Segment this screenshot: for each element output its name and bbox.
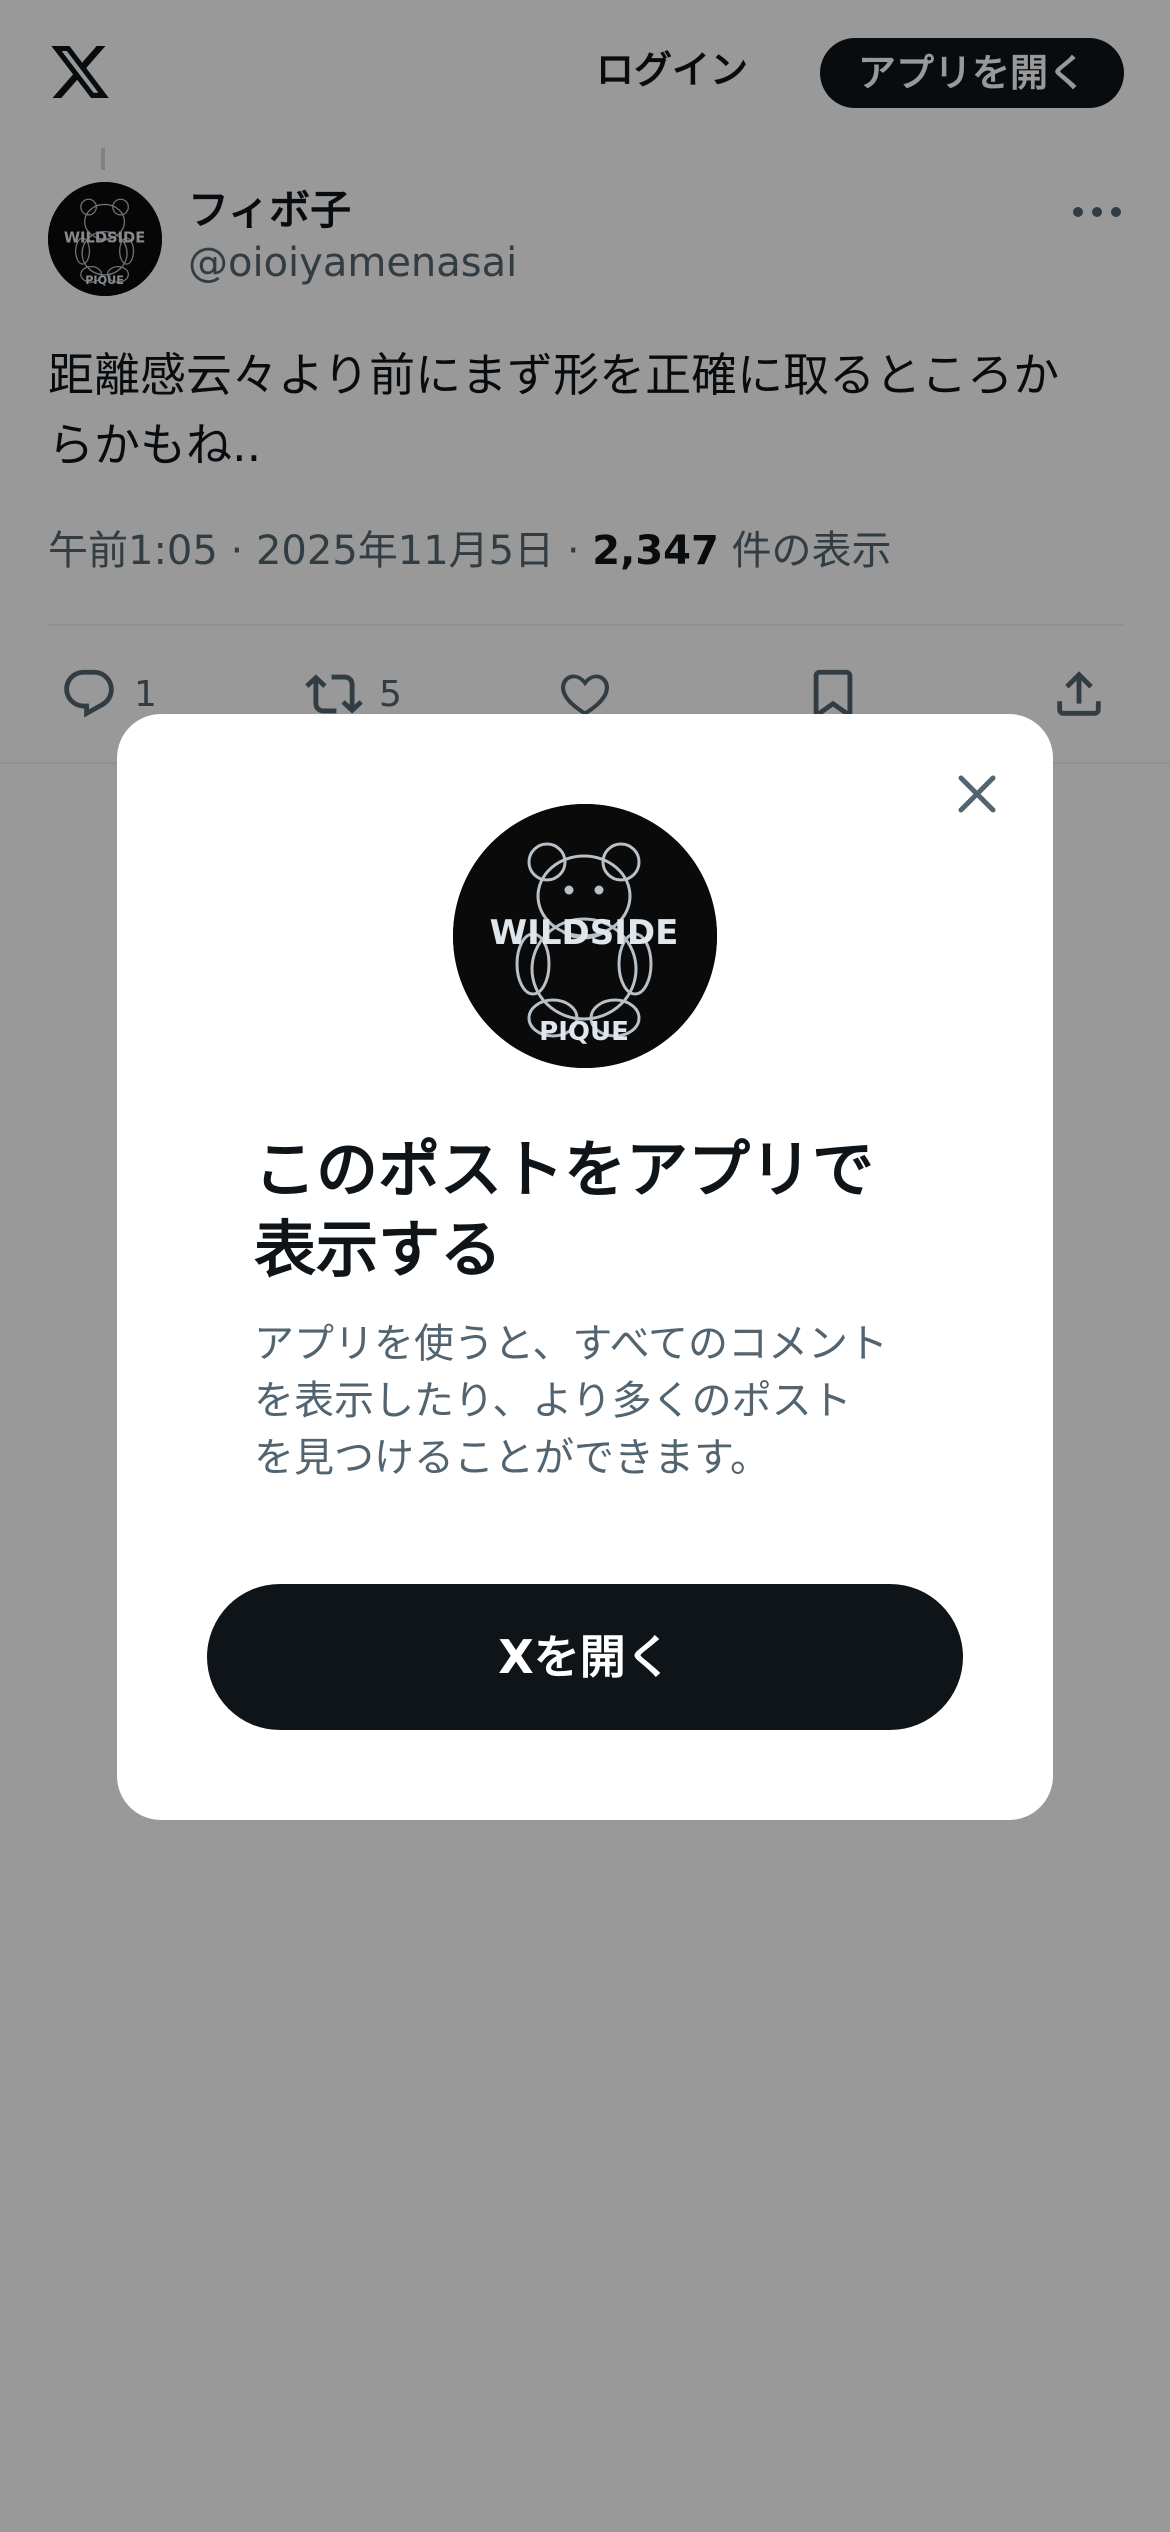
open-x-button[interactable]: Xを開く (207, 1584, 963, 1730)
modal-title-line: このポストをアプリで (254, 1133, 875, 1206)
modal-description: アプリを使うと、すべてのコメント を表示したり、より多くのポスト を見つけること… (254, 1316, 934, 1487)
svg-text:WILDSIDE: WILDSIDE (490, 913, 679, 953)
modal-description-line: を見つけることができます。 (254, 1435, 770, 1481)
modal-title-line: 表示する (254, 1213, 503, 1286)
bear-avatar-image: WILDSIDE PIQUE (453, 804, 717, 1068)
open-in-app-modal: WILDSIDE PIQUE このポストをアプリで 表示する アプリを使うと、す… (117, 714, 1053, 1820)
modal-title: このポストをアプリで 表示する (254, 1130, 954, 1290)
author-avatar-large: WILDSIDE PIQUE (453, 804, 717, 1068)
modal-description-line: アプリを使うと、すべてのコメント (254, 1321, 888, 1367)
modal-description-line: を表示したり、より多くのポスト (254, 1378, 852, 1424)
page: ログイン アプリを開く WILDSIDE PIQUE フィボ子 @oioiyam… (0, 0, 1170, 2532)
svg-text:PIQUE: PIQUE (539, 1017, 629, 1047)
close-icon[interactable] (947, 764, 1007, 824)
